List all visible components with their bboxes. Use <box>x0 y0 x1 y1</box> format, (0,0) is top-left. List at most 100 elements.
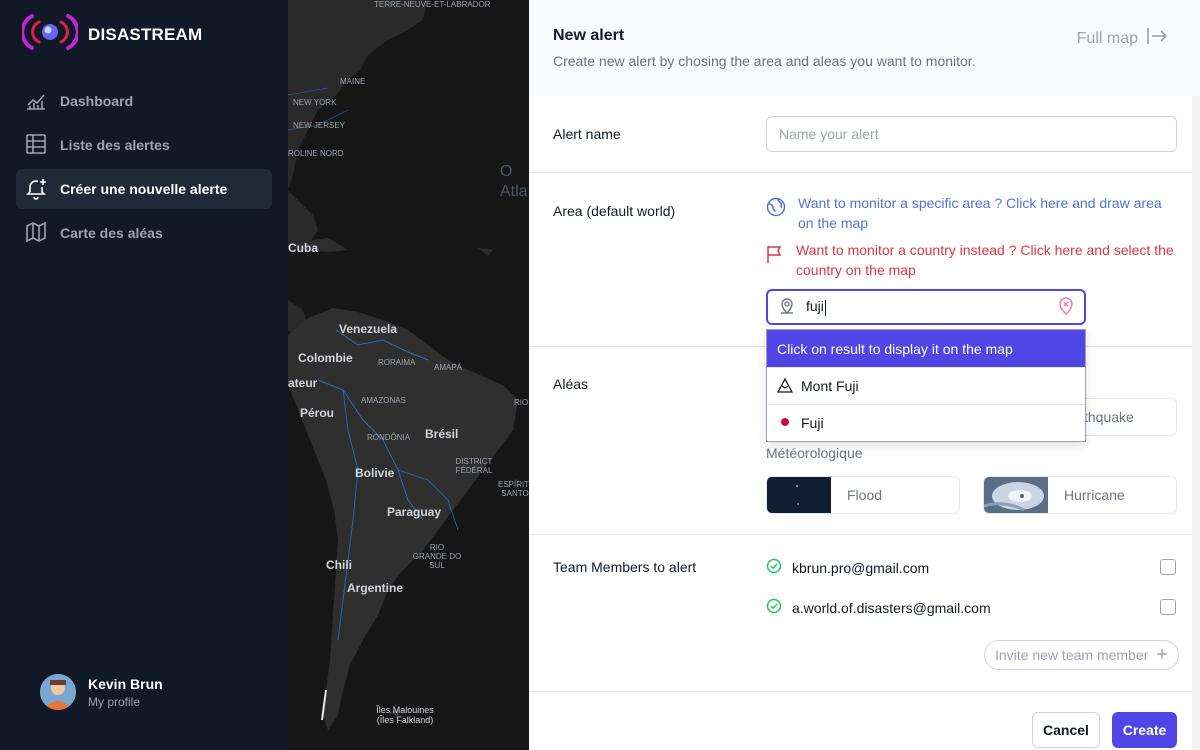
hazard-option-flood[interactable]: Flood <box>766 476 960 514</box>
search-results-dropdown: Click on result to display it on the map… <box>766 329 1086 442</box>
map-label-rio: RIO DE <box>514 398 529 407</box>
map-label-terre-neuve: TERRE-NEUVE-ET-LABRADOR <box>374 0 491 9</box>
map-label-bolivie: Bolivie <box>355 466 395 480</box>
map-label-district: DISTRICT FÉDÉRAL <box>455 457 493 475</box>
draw-area-text: Want to monitor a specific area ? Click … <box>798 195 1162 231</box>
arrow-right-bar-icon <box>1146 27 1168 50</box>
map-label-venezuela: Venezuela <box>339 322 398 336</box>
search-value: fuji <box>806 298 826 316</box>
check-circle-icon <box>766 598 782 617</box>
new-alert-panel: New alert Create new alert by chosing th… <box>529 0 1200 750</box>
sidebar-item-alert-list[interactable]: Liste des alertes <box>16 125 272 165</box>
sidebar-item-create-alert[interactable]: Créer une nouvelle alerte <box>16 169 272 209</box>
profile-link[interactable]: My profile <box>88 695 163 709</box>
select-country-text: Want to monitor a country instead ? Clic… <box>796 242 1174 278</box>
sidebar-item-label: Carte des aléas <box>60 225 163 241</box>
hurricane-image <box>984 477 1048 513</box>
map-label-amapa: AMAPÁ <box>434 363 463 372</box>
mountain-icon <box>776 377 794 396</box>
hazard-option-hurricane[interactable]: Hurricane <box>983 476 1177 514</box>
invite-member-button[interactable]: Invite new team member <box>984 640 1180 670</box>
map-label-amazonas: AMAZONAS <box>361 396 406 405</box>
map-label-equateur: ateur <box>288 376 318 390</box>
brand[interactable]: DISASTREAM <box>20 12 203 57</box>
map-label-caroline: ROLINE NORD <box>288 149 344 158</box>
location-search-input[interactable]: fuji <box>766 289 1086 325</box>
map-label-maine: MAINE <box>340 77 366 86</box>
full-map-label: Full map <box>1076 29 1138 47</box>
map-label-cuba: Cuba <box>288 241 318 255</box>
map-label-new-jersey: NEW JERSEY <box>293 121 346 130</box>
alert-name-row: Alert name <box>529 96 1192 172</box>
team-member-item: a.world.of.disasters@gmail.com <box>766 598 991 617</box>
page-description: Create new alert by chosing the area and… <box>553 53 976 69</box>
flag-icon <box>766 240 784 280</box>
map-label-malouines: Îles Malouines (Îles Falkland) <box>376 705 434 725</box>
dropdown-header: Click on result to display it on the map <box>767 330 1085 367</box>
map-label-ocean: O Atla <box>500 163 528 200</box>
map-view[interactable]: TERRE-NEUVE-ET-LABRADOR MAINE NEW YORK N… <box>288 0 529 750</box>
team-label: Team Members to alert <box>553 559 697 575</box>
select-country-link[interactable]: Want to monitor a country instead ? Clic… <box>766 240 1176 280</box>
plus-icon <box>1156 647 1168 663</box>
map-label-rio-grande: RIO GRANDE DO SUL <box>412 543 462 570</box>
user-profile[interactable]: Kevin Brun My profile <box>40 674 163 710</box>
japan-flag-icon <box>777 414 793 433</box>
sidebar-nav: Dashboard Liste des alertes Créer une no… <box>16 81 272 257</box>
map-label-argentine: Argentine <box>347 581 404 595</box>
flood-image <box>767 477 831 513</box>
map-label-roraima: RORAIMA <box>378 358 416 367</box>
create-button[interactable]: Create <box>1112 712 1177 748</box>
sidebar-item-label: Dashboard <box>60 93 134 109</box>
check-circle-icon <box>766 558 782 577</box>
cancel-button[interactable]: Cancel <box>1032 712 1100 748</box>
meteo-heading: Météorologique <box>766 445 863 461</box>
map-label-bresil: Brésil <box>425 427 459 441</box>
scrollbar[interactable] <box>1192 0 1200 750</box>
map-canvas <box>288 0 529 750</box>
sidebar-item-hazard-map[interactable]: Carte des aléas <box>16 213 272 253</box>
broadcast-logo-icon <box>20 12 80 57</box>
search-result-item[interactable]: Fuji <box>767 404 1085 441</box>
page-title: New alert <box>553 27 625 44</box>
search-result-item[interactable]: Mont Fuji <box>767 367 1085 404</box>
area-label: Area (default world) <box>553 203 676 219</box>
map-label-espirito: ESPÍRITO SANTO <box>498 480 529 498</box>
location-pin-icon <box>778 297 796 318</box>
clear-search-icon[interactable] <box>1058 296 1074 318</box>
map-label-rondonia: RONDÔNIA <box>367 433 411 442</box>
sidebar-item-dashboard[interactable]: Dashboard <box>16 81 272 121</box>
profile-name: Kevin Brun <box>88 675 163 692</box>
globe-icon <box>766 193 786 233</box>
map-label-paraguay: Paraguay <box>387 505 442 519</box>
invite-label: Invite new team member <box>995 647 1149 663</box>
search-result-label: Mont Fuji <box>801 378 859 394</box>
app-name: DISASTREAM <box>88 24 203 44</box>
map-label-new-york: NEW YORK <box>293 98 337 107</box>
full-map-button[interactable]: Full map <box>1077 27 1168 50</box>
map-label-perou: Pérou <box>300 406 335 420</box>
table-icon <box>24 132 48 159</box>
avatar <box>40 674 76 710</box>
search-result-label: Fuji <box>801 415 824 431</box>
hazard-label: Flood <box>847 487 883 503</box>
draw-area-link[interactable]: Want to monitor a specific area ? Click … <box>766 193 1166 233</box>
hazard-label: Hurricane <box>1064 487 1125 503</box>
chart-line-icon <box>24 88 48 115</box>
aleas-label: Aléas <box>553 376 589 392</box>
map-label-chili: Chili <box>326 558 352 572</box>
panel-header: New alert Create new alert by chosing th… <box>529 0 1200 96</box>
bell-plus-icon <box>24 176 48 203</box>
team-member-item: kbrun.pro@gmail.com <box>766 558 929 577</box>
member-email: kbrun.pro@gmail.com <box>792 559 930 576</box>
sidebar-item-label: Créer une nouvelle alerte <box>60 181 228 197</box>
member-checkbox[interactable] <box>1160 559 1176 575</box>
map-label-colombie: Colombie <box>298 351 353 365</box>
alert-name-input[interactable] <box>766 116 1177 152</box>
map-icon <box>24 220 48 247</box>
member-email: a.world.of.disasters@gmail.com <box>792 599 991 616</box>
sidebar-item-label: Liste des alertes <box>60 137 170 153</box>
sidebar: DISASTREAM Dashboard Liste des alertes C… <box>0 0 288 750</box>
member-checkbox[interactable] <box>1160 599 1176 615</box>
alert-name-label: Alert name <box>553 126 621 142</box>
